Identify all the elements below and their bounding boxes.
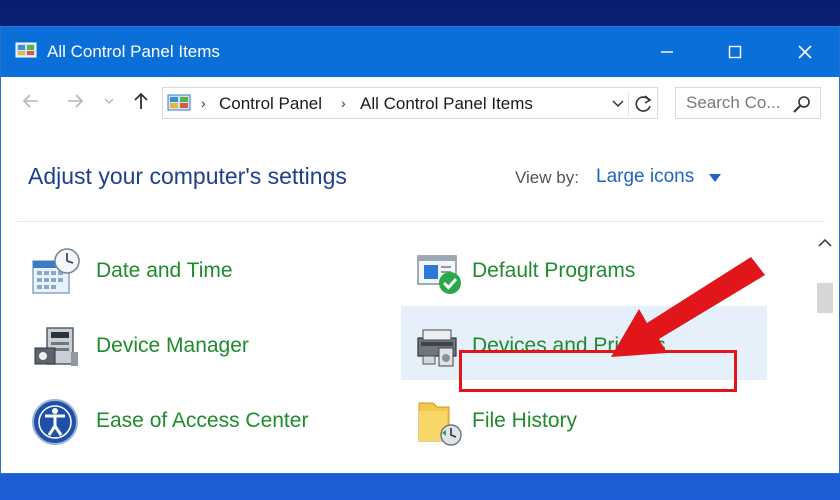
- back-button[interactable]: [19, 89, 43, 113]
- breadcrumb-separator-icon: ›: [201, 95, 206, 111]
- arrow-up-icon: [134, 92, 148, 109]
- close-button[interactable]: [771, 27, 839, 77]
- devices-printers-icon: [417, 329, 457, 367]
- control-item-file-history[interactable]: File History: [401, 381, 767, 455]
- recent-locations-button[interactable]: [101, 89, 117, 113]
- close-icon: [798, 45, 812, 59]
- scroll-up-icon[interactable]: [817, 237, 833, 249]
- default-programs-icon: [417, 255, 461, 294]
- item-label: Ease of Access Center: [96, 409, 309, 432]
- arrow-right-icon: [68, 94, 84, 108]
- maximize-icon: [728, 45, 742, 59]
- view-by-dropdown[interactable]: Large icons: [596, 166, 694, 188]
- ease-of-access-icon: [32, 399, 78, 445]
- control-panel-icon: [15, 42, 37, 58]
- forward-button[interactable]: [63, 89, 87, 113]
- vertical-scrollbar[interactable]: [809, 227, 839, 457]
- caret-down-icon[interactable]: [708, 173, 722, 183]
- title-bar: All Control Panel Items: [1, 27, 839, 77]
- arrow-left-icon: [22, 94, 38, 108]
- minimize-icon: [661, 51, 673, 53]
- address-dropdown-icon[interactable]: [609, 96, 627, 112]
- breadcrumb-all-items[interactable]: All Control Panel Items: [360, 94, 533, 114]
- content-divider: [17, 221, 825, 222]
- control-panel-window: All Control Panel Items › Control Panel …: [0, 26, 840, 474]
- scroll-thumb[interactable]: [817, 283, 833, 313]
- refresh-icon[interactable]: [633, 94, 655, 114]
- window-title: All Control Panel Items: [47, 42, 220, 61]
- date-time-icon: [32, 248, 80, 294]
- address-divider: [628, 92, 629, 116]
- control-panel-icon: [167, 94, 191, 111]
- navigation-bar: › Control Panel › All Control Panel Item…: [1, 77, 839, 127]
- search-icon[interactable]: [792, 94, 812, 114]
- page-title: Adjust your computer's settings: [28, 163, 347, 189]
- control-item-ease-of-access[interactable]: Ease of Access Center: [17, 381, 387, 455]
- minimize-button[interactable]: [633, 27, 701, 77]
- file-history-icon: [418, 402, 462, 446]
- address-bar[interactable]: › Control Panel › All Control Panel Item…: [162, 87, 658, 119]
- maximize-button[interactable]: [701, 27, 769, 77]
- control-item-device-manager[interactable]: Device Manager: [17, 306, 387, 380]
- view-by-label: View by:: [515, 168, 579, 187]
- item-label: File History: [472, 409, 578, 432]
- chevron-down-icon: [104, 98, 114, 104]
- item-label: Date and Time: [96, 259, 233, 282]
- control-item-date-and-time[interactable]: Date and Time: [17, 231, 387, 305]
- search-input[interactable]: [676, 88, 790, 118]
- item-label: Device Manager: [96, 334, 249, 357]
- annotation-arrow-icon: [611, 257, 765, 357]
- up-button[interactable]: [129, 89, 153, 113]
- search-box[interactable]: [675, 87, 821, 119]
- breadcrumb-separator-icon: ›: [341, 95, 346, 111]
- device-manager-icon: [34, 327, 78, 366]
- breadcrumb-control-panel[interactable]: Control Panel: [219, 94, 322, 114]
